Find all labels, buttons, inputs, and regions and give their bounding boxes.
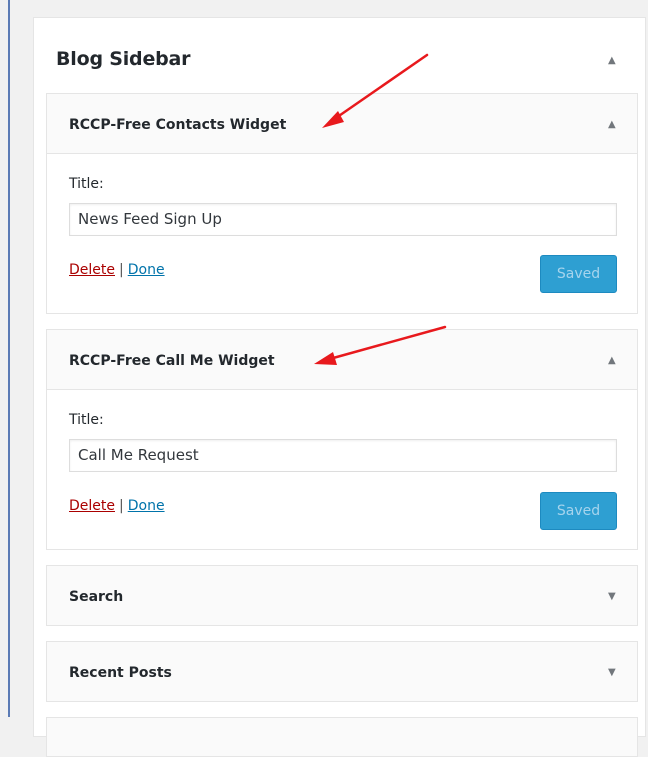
title-input[interactable]: News Feed Sign Up bbox=[69, 203, 617, 236]
title-input[interactable]: Call Me Request bbox=[69, 439, 617, 472]
delete-link[interactable]: Delete bbox=[69, 498, 115, 514]
sidebar-title: Blog Sidebar bbox=[56, 48, 191, 70]
saved-button[interactable]: Saved bbox=[540, 492, 617, 530]
widget-contacts: RCCP-Free Contacts Widget ▲ Title: News … bbox=[46, 93, 638, 314]
title-field-label: Title: bbox=[69, 176, 104, 192]
blog-sidebar-panel: Blog Sidebar ▲ RCCP-Free Contacts Widget… bbox=[33, 17, 646, 757]
widget-recent-posts-header[interactable]: Recent Posts ▼ bbox=[47, 642, 637, 701]
widget-title: RCCP-Free Call Me Widget bbox=[69, 353, 275, 369]
done-link[interactable]: Done bbox=[128, 498, 165, 514]
widget-partial bbox=[46, 717, 638, 757]
widget-partial-header bbox=[47, 718, 637, 756]
sidebar-header[interactable]: Blog Sidebar ▲ bbox=[34, 18, 645, 92]
widget-search[interactable]: Search ▼ bbox=[46, 565, 638, 626]
link-separator: | bbox=[119, 498, 124, 514]
widget-title: Recent Posts bbox=[69, 665, 172, 681]
widget-actions: Delete | Done bbox=[69, 262, 165, 278]
widget-call-me: RCCP-Free Call Me Widget ▲ Title: Call M… bbox=[46, 329, 638, 550]
widget-contacts-header[interactable]: RCCP-Free Contacts Widget ▲ bbox=[47, 94, 637, 154]
widget-call-me-header[interactable]: RCCP-Free Call Me Widget ▲ bbox=[47, 330, 637, 390]
widget-title: Search bbox=[69, 589, 124, 605]
widget-search-header[interactable]: Search ▼ bbox=[47, 566, 637, 625]
screenshot-frame: Blog Sidebar ▲ RCCP-Free Contacts Widget… bbox=[0, 0, 648, 757]
done-link[interactable]: Done bbox=[128, 262, 165, 278]
widget-title: RCCP-Free Contacts Widget bbox=[69, 117, 287, 133]
link-separator: | bbox=[119, 262, 124, 278]
saved-button[interactable]: Saved bbox=[540, 255, 617, 293]
triangle-up-icon[interactable]: ▲ bbox=[608, 56, 616, 66]
triangle-up-icon[interactable]: ▲ bbox=[608, 120, 616, 130]
title-field-label: Title: bbox=[69, 412, 104, 428]
triangle-up-icon[interactable]: ▲ bbox=[608, 356, 616, 366]
triangle-down-icon[interactable]: ▼ bbox=[608, 592, 616, 602]
widget-actions: Delete | Done bbox=[69, 498, 165, 514]
left-border-line bbox=[8, 0, 10, 717]
widget-recent-posts[interactable]: Recent Posts ▼ bbox=[46, 641, 638, 702]
triangle-down-icon[interactable]: ▼ bbox=[608, 668, 616, 678]
delete-link[interactable]: Delete bbox=[69, 262, 115, 278]
